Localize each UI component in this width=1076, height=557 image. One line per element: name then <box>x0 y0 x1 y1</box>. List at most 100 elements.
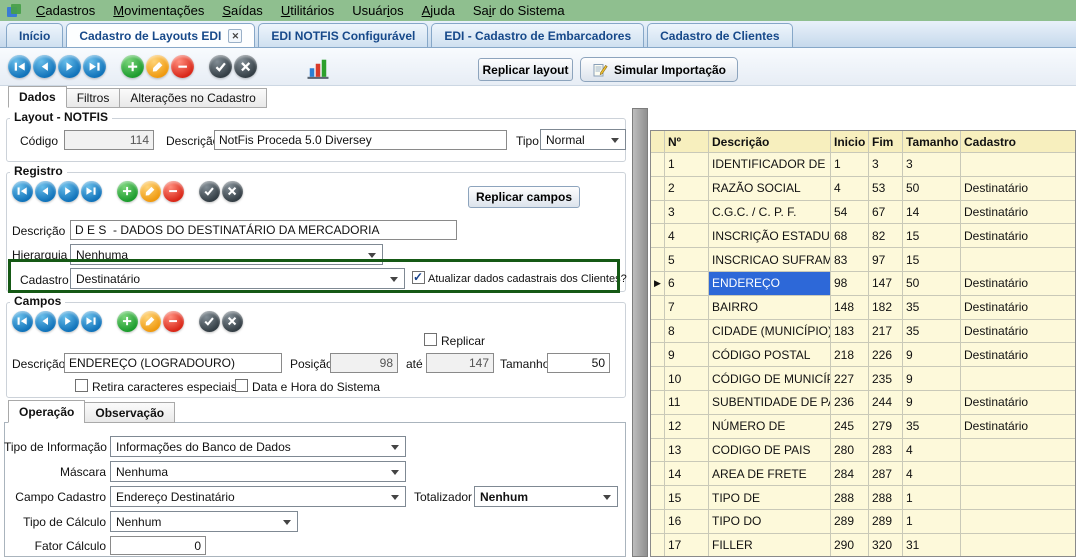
tamanho-input[interactable] <box>547 353 610 373</box>
grid-cell-cadastro[interactable] <box>961 153 1076 177</box>
nav-first-button[interactable] <box>12 311 33 332</box>
grid-column-header[interactable]: Fim <box>869 131 903 153</box>
subtab-dados[interactable]: Dados <box>8 86 67 108</box>
grid-cell-inicio[interactable]: 236 <box>831 391 869 415</box>
tab-cadastro-de-clientes[interactable]: Cadastro de Clientes <box>647 23 792 47</box>
grid-cell-fim[interactable]: 147 <box>869 272 903 296</box>
grid-row[interactable]: 16TIPO DO2892891 <box>651 510 1075 534</box>
grid-cell-tamanho[interactable]: 50 <box>903 272 961 296</box>
grid-cell-inicio[interactable]: 1 <box>831 153 869 177</box>
grid-cell-inicio[interactable]: 280 <box>831 439 869 463</box>
grid-cell-cadastro[interactable]: Destinatário <box>961 296 1076 320</box>
nav-last-button[interactable] <box>81 311 102 332</box>
grid-cell-inicio[interactable]: 4 <box>831 177 869 201</box>
grid-cell-inicio[interactable]: 227 <box>831 367 869 391</box>
grid-cell-fim[interactable]: 283 <box>869 439 903 463</box>
confirm-button[interactable] <box>199 181 220 202</box>
grid-cell-inicio[interactable]: 218 <box>831 343 869 367</box>
grid-cell-inicio[interactable]: 98 <box>831 272 869 296</box>
nav-first-button[interactable] <box>8 55 31 78</box>
grid-cell-tamanho[interactable]: 9 <box>903 391 961 415</box>
grid-row-marker[interactable] <box>651 534 665 557</box>
grid-cell-cadastro[interactable] <box>961 367 1076 391</box>
grid-cell-descricao[interactable]: RAZÃO SOCIAL <box>709 177 831 201</box>
grid-row-marker[interactable]: ▶ <box>651 272 665 296</box>
grid-corner[interactable] <box>651 131 665 153</box>
grid-cell-tamanho[interactable]: 4 <box>903 439 961 463</box>
grid-row[interactable]: 11SUBENTIDADE DE PAÍS2362449Destinatário <box>651 391 1075 415</box>
optab-observacao[interactable]: Observação <box>84 402 175 423</box>
nav-next-button[interactable] <box>58 55 81 78</box>
layout-descricao-input[interactable] <box>214 130 507 150</box>
replicar-layout-button[interactable]: Replicar layout <box>478 58 573 81</box>
grid-cell-descricao[interactable]: INSCRIÇÃO ESTADUAL <box>709 224 831 248</box>
grid-cell-tamanho[interactable]: 15 <box>903 248 961 272</box>
grid-row[interactable]: 15TIPO DE2882881 <box>651 486 1075 510</box>
hierarquia-select[interactable]: Nenhuma <box>70 244 383 265</box>
grid-row[interactable]: 2RAZÃO SOCIAL45350Destinatário <box>651 177 1075 201</box>
tab-cadastro-de-layouts-edi[interactable]: Cadastro de Layouts EDI✕ <box>66 23 255 47</box>
grid-cell-inicio[interactable]: 68 <box>831 224 869 248</box>
grid-cell-descricao[interactable]: CÓDIGO POSTAL <box>709 343 831 367</box>
grid-row-marker[interactable] <box>651 391 665 415</box>
grid-cell-n[interactable]: 16 <box>665 510 709 534</box>
grid-cell-tamanho[interactable]: 35 <box>903 296 961 320</box>
grid-cell-cadastro[interactable] <box>961 486 1076 510</box>
tipo-select[interactable]: Normal <box>540 129 626 150</box>
menu-movimentacoes[interactable]: Movimentações <box>104 3 213 18</box>
grid-cell-inicio[interactable]: 245 <box>831 415 869 439</box>
grid-column-header[interactable]: Descrição <box>709 131 831 153</box>
grid-cell-descricao[interactable]: NÚMERO DE <box>709 415 831 439</box>
grid-cell-tamanho[interactable]: 1 <box>903 510 961 534</box>
grid-cell-fim[interactable]: 320 <box>869 534 903 557</box>
menu-cadastros[interactable]: Cadastros <box>27 3 104 18</box>
add-button[interactable] <box>121 55 144 78</box>
data-hora-checkbox[interactable] <box>235 379 248 392</box>
cancel-button[interactable] <box>222 181 243 202</box>
grid-cell-fim[interactable]: 82 <box>869 224 903 248</box>
grid-cell-cadastro[interactable]: Destinatário <box>961 177 1076 201</box>
grid-row[interactable]: 7BAIRRO14818235Destinatário <box>651 296 1075 320</box>
campo-cadastro-select[interactable]: Endereço Destinatário <box>110 486 406 507</box>
totalizador-select[interactable]: Nenhum <box>474 486 618 507</box>
grid-cell-tamanho[interactable]: 14 <box>903 201 961 225</box>
confirm-button[interactable] <box>199 311 220 332</box>
grid-cell-n[interactable]: 5 <box>665 248 709 272</box>
grid-row[interactable]: 14AREA DE FRETE2842874 <box>651 462 1075 486</box>
cancel-button[interactable] <box>234 55 257 78</box>
menu-usuarios[interactable]: Usuários <box>343 3 412 18</box>
grid-cell-cadastro[interactable]: Destinatário <box>961 391 1076 415</box>
nav-next-button[interactable] <box>58 311 79 332</box>
menu-sair-do-sistema[interactable]: Sair do Sistema <box>464 3 574 18</box>
edit-button[interactable] <box>146 55 169 78</box>
grid-row-marker[interactable] <box>651 248 665 272</box>
grid-row[interactable]: 13CODIGO DE PAIS2802834 <box>651 439 1075 463</box>
grid-row-marker[interactable] <box>651 201 665 225</box>
grid-cell-cadastro[interactable]: Destinatário <box>961 415 1076 439</box>
grid-cell-descricao[interactable]: IDENTIFICADOR DE <box>709 153 831 177</box>
nav-prev-button[interactable] <box>35 181 56 202</box>
grid-cell-descricao[interactable]: INSCRICAO SUFRAMA <box>709 248 831 272</box>
menu-saidas[interactable]: Saídas <box>213 3 271 18</box>
grid-row-marker[interactable] <box>651 224 665 248</box>
grid-cell-n[interactable]: 15 <box>665 486 709 510</box>
grid-cell-fim[interactable]: 182 <box>869 296 903 320</box>
grid-cell-descricao[interactable]: SUBENTIDADE DE PAÍS <box>709 391 831 415</box>
grid-row-marker[interactable] <box>651 153 665 177</box>
nav-next-button[interactable] <box>58 181 79 202</box>
grid-cell-inicio[interactable]: 54 <box>831 201 869 225</box>
grid-cell-tamanho[interactable]: 35 <box>903 415 961 439</box>
grid-cell-descricao[interactable]: BAIRRO <box>709 296 831 320</box>
chart-button[interactable] <box>306 57 330 81</box>
edit-button[interactable] <box>140 311 161 332</box>
grid-row-marker[interactable] <box>651 462 665 486</box>
grid-row[interactable]: 3C.G.C. / C. P. F.546714Destinatário <box>651 201 1075 225</box>
grid-cell-cadastro[interactable]: Destinatário <box>961 343 1076 367</box>
grid-row-marker[interactable] <box>651 415 665 439</box>
grid-row[interactable]: 12NÚMERO DE24527935Destinatário <box>651 415 1075 439</box>
grid-cell-cadastro[interactable]: Destinatário <box>961 224 1076 248</box>
menu-utilitarios[interactable]: Utilitários <box>272 3 343 18</box>
grid-cell-n[interactable]: 8 <box>665 320 709 344</box>
grid-cell-n[interactable]: 12 <box>665 415 709 439</box>
grid-row-marker[interactable] <box>651 343 665 367</box>
